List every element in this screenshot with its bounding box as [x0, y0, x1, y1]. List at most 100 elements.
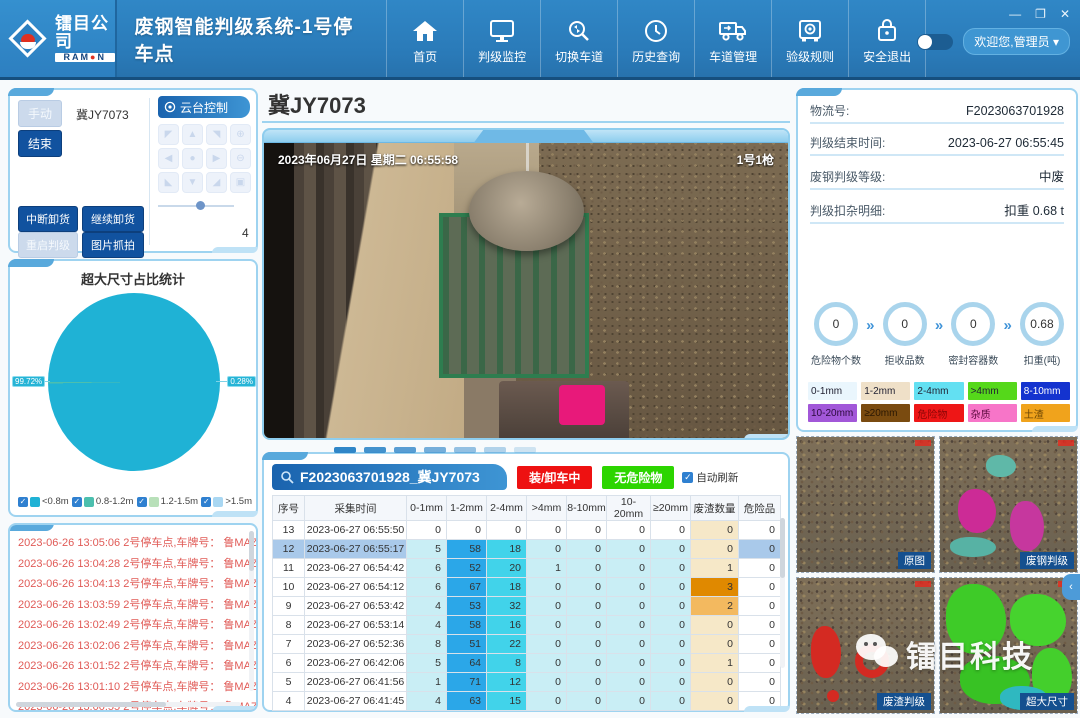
oversize-pie-chart	[48, 293, 220, 471]
info-underline	[810, 222, 1064, 224]
continue-unload-button[interactable]: 继续卸货	[82, 206, 144, 232]
ptz-speed-slider[interactable]	[158, 201, 234, 211]
nav-item-home[interactable]: 首页	[386, 0, 463, 77]
cell-value: 0	[650, 596, 691, 616]
header-right: — ❐ ✕ 欢迎您,管理员 ▾	[917, 0, 1080, 77]
auto-refresh-label: 自动刷新	[696, 471, 739, 484]
ptz-button-0[interactable]: ◤	[158, 124, 179, 145]
legend-checkbox[interactable]: ✓	[18, 496, 28, 507]
end-button[interactable]: 结束	[18, 130, 62, 157]
list-item[interactable]: 2023-06-26 13:02:06 2号停车点,车牌号： 鲁MAZ317,1…	[18, 636, 256, 657]
cell-value: 8	[406, 634, 447, 654]
snapshot-button[interactable]: 图片抓拍	[82, 232, 144, 258]
thumb-slag-grading[interactable]: 废渣判级	[796, 577, 935, 714]
cell-time: 2023-06-27 06:52:36	[304, 634, 407, 654]
minimize-button[interactable]: —	[1009, 8, 1021, 20]
table-row[interactable]: 13 2023-06-27 06:55:50 0 0 0 0 0 0 0 0 0	[272, 520, 781, 540]
thumb-label: 原图	[898, 552, 931, 569]
table-row[interactable]: 4 2023-06-27 06:41:45 4 63 15 0 0 0 0 0 0	[272, 691, 781, 711]
cell-value: 0	[446, 520, 487, 540]
table-row[interactable]: 9 2023-06-27 06:53:42 4 53 32 0 0 0 0 2 0	[272, 596, 781, 616]
nav-item-switch-lane[interactable]: 切换车道	[540, 0, 617, 77]
cell-value: 0	[606, 672, 651, 692]
cell-index: 6	[272, 653, 305, 673]
manual-button[interactable]: 手动	[18, 100, 62, 127]
user-menu-button[interactable]: 欢迎您,管理员 ▾	[963, 28, 1070, 55]
table-row[interactable]: 10 2023-06-27 06:54:12 6 67 18 0 0 0 0 3 0	[272, 577, 781, 597]
table-row[interactable]: 6 2023-06-27 06:42:06 5 64 8 0 0 0 0 1 0	[272, 653, 781, 673]
list-item[interactable]: 2023-06-26 13:05:06 2号停车点,车牌号： 鲁MAZ317,1…	[18, 533, 256, 554]
cell-value: 0	[738, 596, 781, 616]
close-button[interactable]: ✕	[1060, 8, 1070, 20]
chevron-right-icon: »	[1003, 317, 1012, 334]
ptz-target-icon	[164, 101, 176, 113]
cell-value: 0	[606, 634, 651, 654]
cell-value: 3	[690, 577, 739, 597]
legend-checkbox[interactable]: ✓	[136, 496, 147, 507]
ptz-button-1[interactable]: ▲	[182, 124, 203, 145]
list-item[interactable]: 2023-06-26 13:01:52 2号停车点,车牌号： 鲁MAZ317,1…	[18, 656, 256, 677]
ptz-button-11[interactable]: ▣	[230, 172, 251, 193]
cell-index: 5	[272, 672, 305, 692]
table-row[interactable]: 8 2023-06-27 06:53:14 4 58 16 0 0 0 0 0 0	[272, 615, 781, 635]
event-vertical-scrollbar[interactable]	[249, 531, 254, 691]
info-underline	[810, 154, 1064, 156]
ptz-button-7[interactable]: ⊖	[230, 148, 251, 169]
cell-value: 0	[650, 539, 691, 559]
cell-index: 13	[272, 520, 305, 540]
legend-checkbox[interactable]: ✓	[201, 496, 212, 507]
info-row: 废钢判级等级: 中废	[810, 166, 1064, 190]
table-row[interactable]: 12 2023-06-27 06:55:17 5 58 18 0 0 0 0 0 0	[272, 539, 781, 559]
table-row[interactable]: 11 2023-06-27 06:54:42 6 52 20 1 0 0 0 1 0	[272, 558, 781, 578]
interrupt-unload-button[interactable]: 中断卸货	[18, 206, 78, 232]
cell-value: 0	[738, 577, 781, 597]
list-item[interactable]: 2023-06-26 13:02:49 2号停车点,车牌号： 鲁MAZ317,1…	[18, 615, 256, 636]
list-item[interactable]: 2023-06-26 13:04:13 2号停车点,车牌号： 鲁MAZ317,1…	[18, 574, 256, 595]
nav-item-grade-rules[interactable]: 验级规则	[771, 0, 848, 77]
stat-value: 0	[951, 302, 996, 346]
brand-latin-name: RAM●N	[55, 52, 115, 63]
list-item[interactable]: 2023-06-26 13:04:28 2号停车点,车牌号： 鲁MAZ317,1…	[18, 554, 256, 575]
theme-toggle[interactable]	[917, 33, 954, 50]
table-vertical-scrollbar[interactable]	[780, 518, 785, 668]
cell-value: 0	[650, 672, 691, 692]
category-tag: ≥20mm	[861, 404, 911, 422]
auto-refresh-checkbox[interactable]: ✓	[682, 471, 694, 483]
ptz-button-5[interactable]: ●	[182, 148, 203, 169]
cell-index: 10	[272, 577, 305, 597]
ptz-button-9[interactable]: ▼	[182, 172, 203, 193]
home-icon	[412, 13, 438, 43]
category-color-tags: 0-1mm 1-2mm 2-4mm >4mm 8-10mm 10-20mm ≥20mm 危险物…	[808, 382, 1070, 422]
ptz-button-3[interactable]: ⊕	[230, 124, 251, 145]
legend-label: <0.8m	[42, 496, 69, 507]
ptz-button-4[interactable]: ◀	[158, 148, 179, 169]
legend-checkbox[interactable]: ✓	[71, 496, 82, 507]
ptz-button-6[interactable]: ▶	[206, 148, 227, 169]
ptz-button-10[interactable]: ◢	[206, 172, 227, 193]
cell-value: 0	[566, 634, 607, 654]
ptz-button-8[interactable]: ◣	[158, 172, 179, 193]
cell-time: 2023-06-27 06:53:42	[304, 596, 407, 616]
list-item[interactable]: 2023-06-26 13:01:10 2号停车点,车牌号： 鲁MAZ317,1…	[18, 677, 256, 698]
thumb-original[interactable]: 原图	[796, 436, 935, 573]
nav-item-history-query[interactable]: 历史查询	[617, 0, 694, 77]
nav-item-safe-exit[interactable]: 安全退出	[848, 0, 925, 77]
magnifier-icon	[281, 471, 294, 484]
thumb-steel-grading[interactable]: 废钢判级	[939, 436, 1078, 573]
table-row[interactable]: 5 2023-06-27 06:41:56 1 71 12 0 0 0 0 0 0	[272, 672, 781, 692]
maximize-button[interactable]: ❐	[1035, 8, 1046, 20]
thumb-oversize[interactable]: 超大尺寸	[939, 577, 1078, 714]
restart-grading-button[interactable]: 重启判级	[18, 232, 78, 258]
slider-handle[interactable]	[196, 201, 205, 210]
cell-value: 0	[650, 634, 691, 654]
legend-label: 0.8-1.2m	[95, 496, 134, 507]
event-horizontal-scrollbar[interactable]	[16, 702, 241, 707]
nav-item-lane-management[interactable]: 车道管理	[694, 0, 771, 77]
collapse-handle[interactable]: ‹	[1062, 574, 1080, 600]
cell-time: 2023-06-27 06:41:56	[304, 672, 407, 692]
list-item[interactable]: 2023-06-26 13:03:59 2号停车点,车牌号： 鲁MAZ317,1…	[18, 595, 256, 616]
table-row[interactable]: 7 2023-06-27 06:52:36 8 51 22 0 0 0 0 0 0	[272, 634, 781, 654]
ptz-button-2[interactable]: ◥	[206, 124, 227, 145]
cell-value: 4	[406, 691, 447, 711]
nav-item-grading-monitor[interactable]: 判级监控	[463, 0, 540, 77]
